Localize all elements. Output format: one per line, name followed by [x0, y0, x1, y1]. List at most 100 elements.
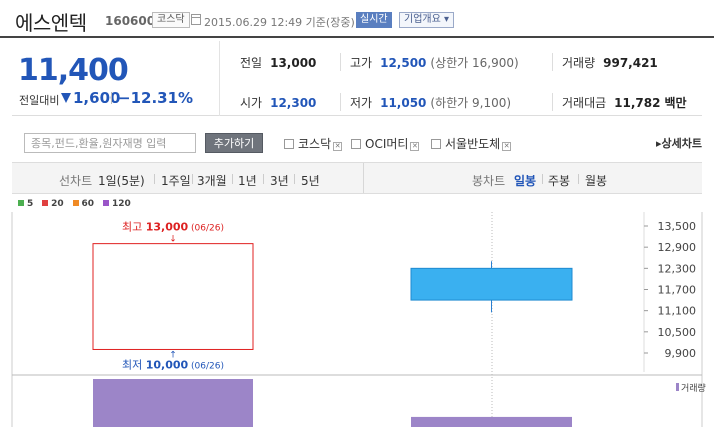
arrow-down-icon: ↓: [169, 235, 177, 245]
change-value: 1,600: [73, 89, 121, 107]
high-annotation: 최고 13,000 (06/26): [122, 221, 224, 234]
price-chart[interactable]: 13,500 12,900 12,300 11,700 11,100 10,500 9,90…: [0, 212, 714, 427]
y-tick-label: 9,900: [665, 347, 697, 360]
y-axis-ticks: 13,500 12,900 12,300 11,700 11,100 10,500 9,90…: [644, 220, 696, 360]
add-compare-button[interactable]: 추가하기: [205, 133, 263, 153]
market-badge: 코스닥: [152, 12, 190, 28]
y-tick-label: 11,700: [658, 284, 697, 297]
remove-icon[interactable]: ✕: [410, 142, 420, 151]
datetime-text: 2015.06.29 12:49 기준(장중): [204, 16, 355, 29]
chart-period-toolbar: 선차트 1일(5분) 1주일 3개월 1년 3년 5년 봉차트 일봉 주봉 월봉: [12, 162, 702, 194]
legend-label: 20: [51, 199, 64, 209]
volume-panel: 거래량: [93, 379, 706, 427]
high-annotation-date: (06/26): [188, 224, 224, 234]
low-annotation-value: 10,000: [146, 358, 189, 371]
calendar-icon: [191, 14, 201, 25]
detail-chart-link[interactable]: ▸상세차트: [656, 135, 702, 151]
compare-option-kosdaq[interactable]: 코스닥 ✕: [284, 135, 343, 152]
lower-limit: (하한가 9,100): [430, 96, 512, 110]
compare-option-label: OCI머티: [365, 137, 409, 151]
divider: [154, 174, 155, 184]
amount-cell: 거래대금 11,782 백만: [562, 94, 687, 111]
low-label: 저가: [350, 96, 373, 110]
current-price-block: 11,400 전일대비 1,600 −12.31%: [12, 41, 220, 116]
divider: [542, 174, 543, 184]
high-label: 고가: [350, 56, 373, 70]
volume-label: 거래량: [562, 56, 596, 70]
candle-body: [92, 243, 254, 350]
period-1y[interactable]: 1년: [238, 172, 257, 189]
high-annotation-label: 최고: [122, 221, 146, 234]
change-percent: −12.31%: [118, 89, 194, 107]
divider: [232, 174, 233, 184]
moving-average-legend: 5 20 60 120: [18, 199, 137, 209]
volume-value: 997,421: [603, 56, 658, 70]
low-annotation-date: (06/26): [188, 361, 224, 371]
compare-option-label: 서울반도체: [445, 137, 501, 151]
company-name: 에스엔텍: [15, 11, 87, 35]
legend-swatch: [102, 200, 109, 206]
legend-item-ma60: 60: [72, 199, 95, 209]
prev-close-cell: 전일 13,000: [240, 54, 316, 71]
checkbox[interactable]: [351, 139, 361, 149]
volume-cell: 거래량 997,421: [562, 54, 658, 71]
volume-bar: [411, 416, 572, 427]
low-annotation-label: 최저: [122, 358, 146, 371]
divider: [552, 93, 553, 111]
compare-option-oci[interactable]: OCI머티 ✕: [351, 135, 420, 152]
divider: [111, 92, 112, 104]
compare-option-seoul-semi[interactable]: 서울반도체 ✕: [431, 135, 512, 152]
amount-unit: 백만: [664, 96, 687, 110]
change-label: 전일대비: [19, 94, 60, 107]
candle-monthly[interactable]: 월봉: [585, 172, 607, 189]
company-info-button[interactable]: 기업개요 ▾: [399, 12, 454, 28]
toolbar-divider: [363, 163, 364, 193]
divider: [340, 93, 341, 111]
open-value: 12,300: [270, 96, 317, 110]
divider: [340, 53, 341, 71]
volume-bar: [93, 379, 253, 427]
upper-limit: (상한가 16,900): [430, 56, 519, 70]
stock-code: 160600: [105, 14, 156, 28]
period-5y[interactable]: 5년: [301, 172, 320, 189]
candle-chart-label: 봉차트: [472, 174, 506, 188]
amount-value: 11,782: [614, 96, 661, 110]
remove-icon[interactable]: ✕: [502, 142, 512, 151]
period-1w[interactable]: 1주일: [161, 172, 191, 189]
prev-close-label: 전일: [240, 56, 263, 70]
line-chart-label: 선차트: [59, 174, 93, 188]
realtime-badge[interactable]: 실시간: [356, 12, 392, 28]
legend-label: 5: [27, 199, 34, 209]
high-value: 12,500: [380, 56, 427, 70]
high-annotation-value: 13,000: [146, 221, 189, 234]
candle-weekly[interactable]: 주봉: [548, 172, 570, 189]
candle-daily[interactable]: 일봉: [514, 172, 536, 189]
current-price: 11,400: [18, 53, 129, 88]
prev-close-value: 13,000: [270, 56, 317, 70]
low-value: 11,050: [380, 96, 427, 110]
period-3y[interactable]: 3년: [270, 172, 289, 189]
compare-option-label: 코스닥: [298, 137, 332, 151]
volume-legend-swatch: [676, 383, 679, 391]
divider: [578, 174, 579, 184]
legend-swatch: [72, 200, 79, 206]
divider: [552, 53, 553, 71]
legend-label: 60: [81, 199, 95, 209]
volume-label: 거래량: [681, 382, 706, 394]
checkbox[interactable]: [431, 139, 441, 149]
checkbox[interactable]: [284, 139, 294, 149]
compare-search-input[interactable]: [24, 133, 196, 153]
low-annotation: 최저 10,000 (06/26): [122, 358, 224, 371]
period-3m[interactable]: 3개월: [197, 172, 227, 189]
divider: [192, 174, 193, 184]
remove-icon[interactable]: ✕: [333, 142, 343, 151]
legend-swatch: [18, 200, 24, 206]
low-cell: 저가 11,050 (하한가 9,100): [350, 94, 511, 111]
y-tick-label: 12,900: [658, 241, 697, 254]
period-1d[interactable]: 1일(5분): [98, 172, 145, 189]
divider: [294, 174, 295, 184]
divider: [263, 174, 264, 184]
candle-body: [410, 267, 573, 301]
compare-bar: 추가하기 코스닥✕ OCI머티✕ 서울반도체✕ ▸상세차트: [12, 117, 702, 167]
y-tick-label: 13,500: [658, 220, 697, 233]
